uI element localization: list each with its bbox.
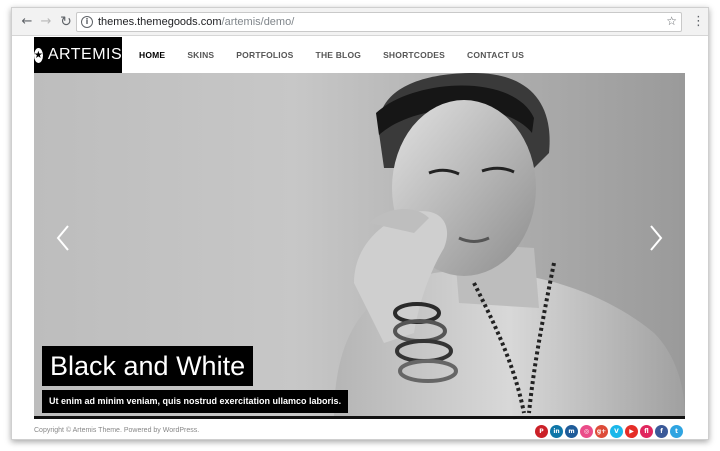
nav-item-portfolios[interactable]: PORTFOLIOS xyxy=(236,50,293,60)
address-bar[interactable]: i themes.themegoods.com/artemis/demo/ ☆ xyxy=(76,12,682,32)
linkedin-icon[interactable]: in xyxy=(550,425,563,438)
copyright-text: Copyright © Artemis Theme. Powered by Wo… xyxy=(34,427,200,434)
social-icons: P in m ◎ g+ V ▶ fl f t xyxy=(533,425,683,438)
browser-menu-icon[interactable]: ⋮ xyxy=(692,13,705,31)
site-header: ★ ARTEMIS HOME SKINS PORTFOLIOS THE BLOG… xyxy=(12,37,708,73)
pinterest-icon[interactable]: P xyxy=(535,425,548,438)
slider-bottom-bar xyxy=(34,416,685,419)
google-plus-icon[interactable]: g+ xyxy=(595,425,608,438)
facebook-icon[interactable]: f xyxy=(655,425,668,438)
nav-item-shortcodes[interactable]: SHORTCODES xyxy=(383,50,445,60)
nav-item-skins[interactable]: SKINS xyxy=(187,50,214,60)
browser-toolbar: ← → ↻ i themes.themegoods.com/artemis/de… xyxy=(12,8,708,36)
browser-window: ← → ↻ i themes.themegoods.com/artemis/de… xyxy=(11,7,709,440)
bookmark-star-icon[interactable]: ☆ xyxy=(666,14,677,28)
youtube-icon[interactable]: ▶ xyxy=(625,425,638,438)
site-footer: Copyright © Artemis Theme. Powered by Wo… xyxy=(12,422,708,439)
url-host: themes.themegoods.com xyxy=(98,16,222,28)
main-nav: HOME SKINS PORTFOLIOS THE BLOG SHORTCODE… xyxy=(139,37,546,73)
slide-title: Black and White xyxy=(42,346,254,386)
site-logo[interactable]: ★ ARTEMIS xyxy=(33,37,123,73)
flickr-icon[interactable]: fl xyxy=(640,425,653,438)
chevron-left-icon[interactable] xyxy=(54,223,74,253)
url-text[interactable]: themes.themegoods.com/artemis/demo/ xyxy=(98,16,294,29)
hero-slider[interactable]: Black and White Ut enim ad minim veniam,… xyxy=(34,73,685,419)
forward-arrow-icon[interactable]: → xyxy=(37,13,55,31)
reload-icon[interactable]: ↻ xyxy=(57,13,75,31)
back-arrow-icon[interactable]: ← xyxy=(18,13,36,31)
vimeo-icon[interactable]: V xyxy=(610,425,623,438)
twitter-icon[interactable]: t xyxy=(670,425,683,438)
star-circle-icon: ★ xyxy=(33,47,43,63)
nav-item-home[interactable]: HOME xyxy=(139,50,165,60)
chevron-right-icon[interactable] xyxy=(645,223,665,253)
url-path: /artemis/demo/ xyxy=(221,16,295,28)
slide-caption: Ut enim ad minim veniam, quis nostrud ex… xyxy=(42,390,349,413)
nav-item-contact-us[interactable]: CONTACT US xyxy=(467,50,524,60)
logo-text: ARTEMIS xyxy=(47,46,123,63)
info-icon[interactable]: i xyxy=(81,16,93,28)
myspace-icon[interactable]: m xyxy=(565,425,578,438)
dribbble-icon[interactable]: ◎ xyxy=(580,425,593,438)
nav-item-the-blog[interactable]: THE BLOG xyxy=(316,50,362,60)
